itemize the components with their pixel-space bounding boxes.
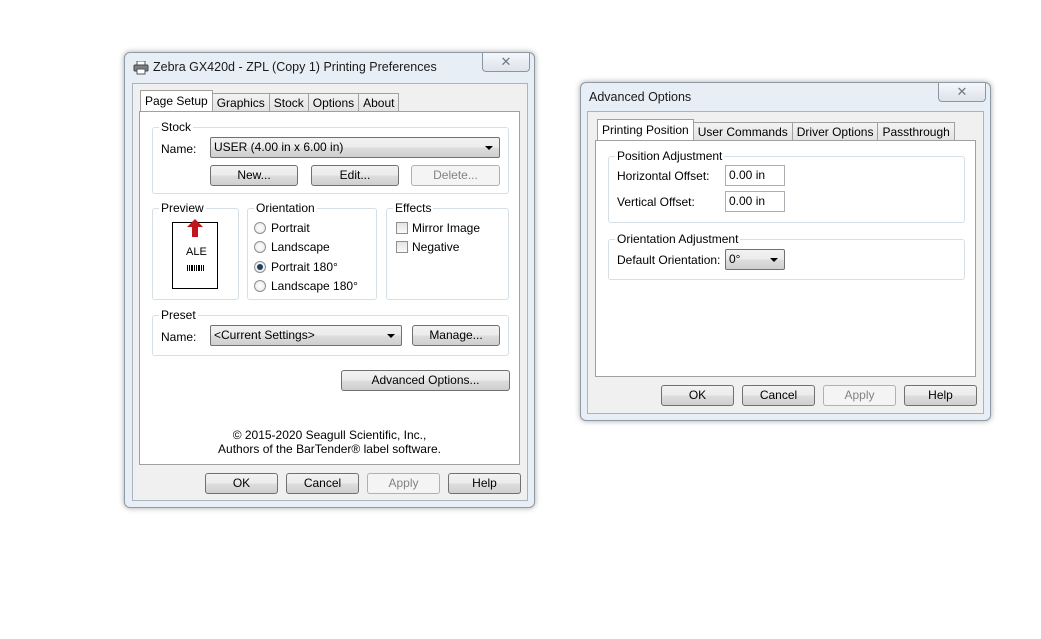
- apply-button[interactable]: Apply: [367, 473, 440, 494]
- orientation-adjustment-label: Orientation Adjustment: [615, 232, 741, 246]
- manage-button[interactable]: Manage...: [412, 325, 500, 346]
- chevron-down-icon: [485, 146, 493, 150]
- stock-name-label: Name:: [161, 142, 197, 156]
- tab-driver-options[interactable]: Driver Options: [791, 122, 879, 140]
- tab-strip: Printing Position User Commands Driver O…: [597, 119, 955, 140]
- advanced-options-window: Advanced Options ✕ Printing Position Use…: [580, 82, 991, 421]
- copyright-line-1: © 2015-2020 Seagull Scientific, Inc.,: [232, 428, 427, 442]
- copyright-text: © 2015-2020 Seagull Scientific, Inc., Au…: [140, 428, 519, 456]
- close-icon: ✕: [500, 54, 512, 69]
- stock-name-combo[interactable]: USER (4.00 in x 6.00 in): [210, 137, 500, 158]
- chevron-down-icon: [770, 258, 778, 262]
- window-title: Zebra GX420d - ZPL (Copy 1) Printing Pre…: [153, 60, 437, 74]
- stock-name-value: USER (4.00 in x 6.00 in): [214, 140, 344, 154]
- preview-group: Preview ALE: [152, 201, 239, 300]
- position-adjustment-group: Position Adjustment Horizontal Offset: 0…: [608, 149, 965, 223]
- cancel-button[interactable]: Cancel: [742, 385, 815, 406]
- preview-sample-text: ALE: [186, 246, 207, 258]
- orientation-group-label: Orientation: [254, 201, 317, 215]
- close-button[interactable]: ✕: [482, 53, 530, 72]
- ok-button[interactable]: OK: [205, 473, 278, 494]
- chevron-down-icon: [387, 334, 395, 338]
- edit-button[interactable]: Edit...: [311, 165, 399, 186]
- effects-group: Effects Mirror Image Negative: [386, 201, 509, 300]
- default-orientation-combo[interactable]: 0°: [725, 249, 785, 270]
- close-button[interactable]: ✕: [938, 83, 986, 102]
- position-adjustment-label: Position Adjustment: [615, 149, 725, 163]
- default-orientation-label: Default Orientation:: [617, 253, 721, 267]
- printer-icon: [133, 60, 149, 75]
- label-preview: ALE: [172, 219, 218, 289]
- tab-printing-position[interactable]: Printing Position: [597, 119, 694, 140]
- arrow-up-icon: [187, 219, 203, 240]
- tab-graphics[interactable]: Graphics: [211, 93, 270, 111]
- tab-user-commands[interactable]: User Commands: [692, 122, 793, 140]
- radio-landscape-180-label: Landscape 180°: [271, 279, 358, 293]
- page-setup-panel: Stock Name: USER (4.00 in x 6.00 in) New…: [139, 111, 520, 465]
- negative-checkbox[interactable]: [396, 241, 408, 253]
- close-icon: ✕: [956, 84, 968, 99]
- printing-preferences-window: Zebra GX420d - ZPL (Copy 1) Printing Pre…: [124, 52, 535, 508]
- window-title: Advanced Options: [589, 90, 692, 104]
- mirror-image-label: Mirror Image: [412, 221, 481, 235]
- vertical-offset-label: Vertical Offset:: [617, 195, 695, 209]
- client-area: Page Setup Graphics Stock Options About …: [132, 83, 528, 501]
- orientation-group: Orientation Portrait Landscape Portrait …: [247, 201, 377, 300]
- tab-page-setup[interactable]: Page Setup: [140, 90, 213, 111]
- preview-group-label: Preview: [159, 201, 206, 215]
- effects-group-label: Effects: [393, 201, 434, 215]
- printing-position-panel: Position Adjustment Horizontal Offset: 0…: [595, 140, 976, 377]
- tab-about[interactable]: About: [358, 93, 400, 111]
- horizontal-offset-label: Horizontal Offset:: [617, 169, 710, 183]
- advanced-options-button[interactable]: Advanced Options...: [341, 370, 510, 391]
- radio-landscape-180[interactable]: [254, 280, 266, 292]
- horizontal-offset-value: 0.00 in: [729, 168, 766, 182]
- vertical-offset-value: 0.00 in: [729, 194, 766, 208]
- vertical-offset-input[interactable]: 0.00 in: [725, 191, 785, 212]
- client-area: Printing Position User Commands Driver O…: [587, 111, 984, 414]
- horizontal-offset-input[interactable]: 0.00 in: [725, 165, 785, 186]
- stock-group-label: Stock: [159, 120, 194, 134]
- radio-portrait[interactable]: [254, 222, 266, 234]
- cancel-button[interactable]: Cancel: [286, 473, 359, 494]
- preset-name-value: <Current Settings>: [214, 328, 315, 342]
- barcode-icon: [187, 260, 205, 274]
- preset-name-label: Name:: [161, 330, 197, 344]
- default-orientation-value: 0°: [729, 252, 741, 266]
- orientation-adjustment-group: Orientation Adjustment Default Orientati…: [608, 232, 965, 280]
- copyright-line-2: Authors of the BarTender® label software…: [218, 442, 441, 456]
- tab-options[interactable]: Options: [307, 93, 360, 111]
- help-button[interactable]: Help: [904, 385, 977, 406]
- titlebar[interactable]: Zebra GX420d - ZPL (Copy 1) Printing Pre…: [125, 53, 534, 81]
- tab-strip: Page Setup Graphics Stock Options About: [140, 90, 400, 111]
- radio-portrait-180-label: Portrait 180°: [271, 260, 338, 274]
- radio-landscape[interactable]: [254, 241, 266, 253]
- negative-label: Negative: [412, 240, 460, 254]
- stock-group: Stock Name: USER (4.00 in x 6.00 in) New…: [152, 120, 509, 194]
- tab-stock[interactable]: Stock: [268, 93, 309, 111]
- titlebar[interactable]: Advanced Options ✕: [581, 83, 990, 111]
- tab-passthrough[interactable]: Passthrough: [877, 122, 955, 140]
- radio-portrait-180[interactable]: [254, 261, 266, 273]
- delete-button[interactable]: Delete...: [411, 165, 500, 186]
- preset-name-combo[interactable]: <Current Settings>: [210, 325, 402, 346]
- mirror-image-checkbox[interactable]: [396, 222, 408, 234]
- radio-landscape-label: Landscape: [271, 240, 330, 254]
- radio-portrait-label: Portrait: [271, 221, 310, 235]
- apply-button[interactable]: Apply: [823, 385, 896, 406]
- preset-group: Preset Name: <Current Settings> Manage..…: [152, 308, 509, 356]
- help-button[interactable]: Help: [448, 473, 521, 494]
- preset-group-label: Preset: [159, 308, 198, 322]
- ok-button[interactable]: OK: [661, 385, 734, 406]
- new-button[interactable]: New...: [210, 165, 298, 186]
